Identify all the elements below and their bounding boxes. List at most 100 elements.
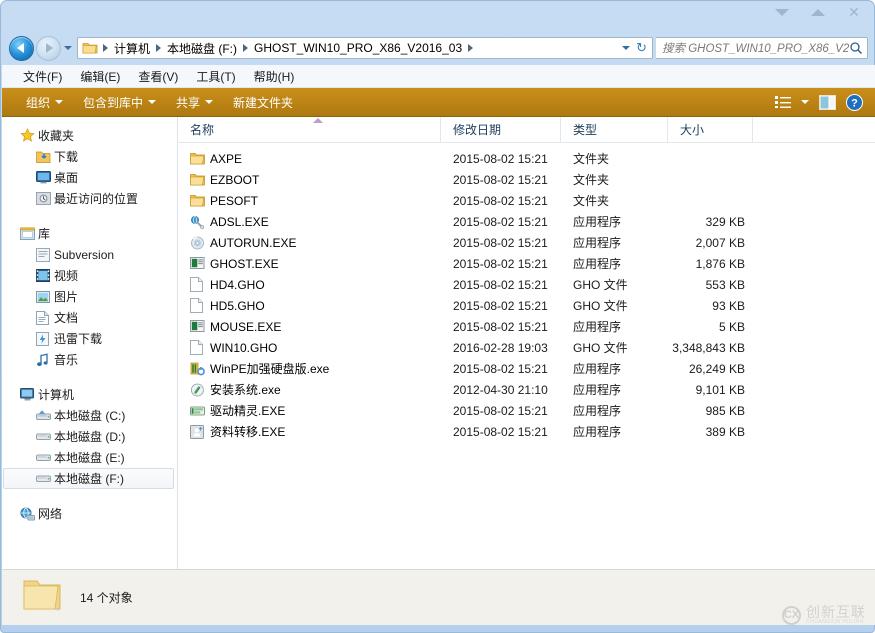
sidebar-item-desktop[interactable]: 桌面	[2, 167, 177, 188]
table-row[interactable]: 资料转移.EXE 2015-08-02 15:21 应用程序 389 KB	[178, 421, 875, 442]
back-button[interactable]	[9, 36, 34, 61]
command-toolbar: 组织 包含到库中 共享 新建文件夹	[2, 88, 875, 117]
file-name-cell: MOUSE.EXE	[178, 320, 441, 334]
table-row[interactable]: PESOFT 2015-08-02 15:21 文件夹	[178, 190, 875, 211]
table-row[interactable]: 驱动精灵.EXE 2015-08-02 15:21 应用程序 985 KB	[178, 400, 875, 421]
drive-icon	[36, 472, 54, 485]
menu-item-view[interactable]: 查看(V)	[129, 66, 187, 87]
sidebar-item-drive-e[interactable]: 本地磁盘 (E:)	[2, 447, 177, 468]
file-size-cell: 389 KB	[668, 425, 753, 439]
sidebar-item-documents[interactable]: 文档	[2, 307, 177, 328]
table-row[interactable]: MOUSE.EXE 2015-08-02 15:21 应用程序 5 KB	[178, 316, 875, 337]
sidebar-label: 本地磁盘 (C:)	[54, 407, 125, 424]
sidebar-item-subversion[interactable]: Subversion	[2, 244, 177, 265]
sidebar-label: 文档	[54, 309, 78, 326]
music-icon	[36, 353, 54, 367]
menu-item-file[interactable]: 文件(F)	[14, 66, 71, 87]
sidebar-item-videos[interactable]: 视频	[2, 265, 177, 286]
sidebar-item-computer[interactable]: 计算机	[2, 384, 177, 405]
sidebar-item-favorites[interactable]: 收藏夹	[2, 125, 177, 146]
folder-icon	[190, 173, 210, 186]
table-row[interactable]: AXPE 2015-08-02 15:21 文件夹	[178, 148, 875, 169]
table-row[interactable]: GHOST.EXE 2015-08-02 15:21 应用程序 1,876 KB	[178, 253, 875, 274]
column-header-size[interactable]: 大小	[668, 117, 753, 143]
table-row[interactable]: AUTORUN.EXE 2015-08-02 15:21 应用程序 2,007 …	[178, 232, 875, 253]
table-row[interactable]: 安装系统.exe 2012-04-30 21:10 应用程序 9,101 KB	[178, 379, 875, 400]
sidebar-item-downloads[interactable]: 下载	[2, 146, 177, 167]
view-list-icon[interactable]	[775, 95, 791, 109]
table-row[interactable]: WinPE加强硬盘版.exe 2015-08-02 15:21 应用程序 26,…	[178, 358, 875, 379]
breadcrumb-item-drive[interactable]: 本地磁盘 (F:)	[164, 39, 240, 58]
sidebar-item-pictures[interactable]: 图片	[2, 286, 177, 307]
sidebar-label: 库	[38, 225, 50, 242]
history-dropdown-button[interactable]	[61, 38, 75, 58]
status-text: 14 个对象	[80, 589, 133, 606]
breadcrumb-item-computer[interactable]: 计算机	[111, 39, 153, 58]
file-name: AUTORUN.EXE	[210, 236, 296, 250]
sidebar-item-drive-c[interactable]: 本地磁盘 (C:)	[2, 405, 177, 426]
file-name-cell: EZBOOT	[178, 173, 441, 187]
file-date-cell: 2015-08-02 15:21	[441, 257, 561, 271]
file-date-cell: 2015-08-02 15:21	[441, 173, 561, 187]
sidebar-item-music[interactable]: 音乐	[2, 349, 177, 370]
chevron-down-icon[interactable]	[801, 100, 809, 104]
search-box[interactable]: 搜索 GHOST_WIN10_PRO_X86_V2016_...	[656, 37, 868, 59]
file-type-cell: 应用程序	[561, 423, 668, 440]
column-header-name[interactable]: 名称	[178, 117, 441, 143]
include-in-library-button[interactable]: 包含到库中	[73, 91, 166, 114]
organize-button[interactable]: 组织	[16, 91, 73, 114]
transfer-icon	[190, 425, 210, 439]
sidebar-item-drive-f[interactable]: 本地磁盘 (F:)	[3, 468, 174, 489]
explorer-window: ✕ 计算机 本地磁盘 (F:)	[0, 0, 875, 633]
close-icon: ✕	[848, 5, 860, 19]
star-icon	[20, 128, 38, 143]
address-bar-tail: ↻	[622, 40, 649, 56]
close-button[interactable]: ✕	[841, 3, 867, 21]
menu-item-help[interactable]: 帮助(H)	[245, 66, 304, 87]
menu-item-tools[interactable]: 工具(T)	[187, 66, 244, 87]
maximize-button[interactable]	[805, 3, 831, 21]
preview-pane-icon[interactable]	[819, 95, 836, 110]
sidebar-item-drive-d[interactable]: 本地磁盘 (D:)	[2, 426, 177, 447]
chevron-down-icon	[205, 100, 213, 104]
table-row[interactable]: WIN10.GHO 2016-02-28 19:03 GHO 文件 3,348,…	[178, 337, 875, 358]
sidebar-label: 计算机	[38, 386, 74, 403]
sidebar-item-recent-places[interactable]: 最近访问的位置	[2, 188, 177, 209]
share-with-button[interactable]: 共享	[166, 91, 223, 114]
column-header-date[interactable]: 修改日期	[441, 117, 561, 143]
file-type-cell: 应用程序	[561, 234, 668, 251]
minimize-button[interactable]	[769, 3, 795, 21]
address-dropdown-icon[interactable]	[622, 46, 630, 50]
column-header-type[interactable]: 类型	[561, 117, 668, 143]
file-list-pane[interactable]: 名称 修改日期 类型 大小	[178, 117, 875, 569]
blank-file-icon	[190, 340, 210, 355]
table-row[interactable]: EZBOOT 2015-08-02 15:21 文件夹	[178, 169, 875, 190]
breadcrumb-bar[interactable]: 计算机 本地磁盘 (F:) GHOST_WIN10_PRO_X86_V2016_…	[77, 37, 653, 59]
file-date-cell: 2015-08-02 15:21	[441, 152, 561, 166]
navigation-pane[interactable]: 收藏夹 下载	[2, 117, 178, 569]
menu-bar: 文件(F) 编辑(E) 查看(V) 工具(T) 帮助(H)	[2, 65, 875, 88]
library-icon	[20, 227, 38, 241]
search-input[interactable]: 搜索 GHOST_WIN10_PRO_X86_V2016_...	[662, 40, 849, 56]
pictures-icon	[36, 291, 54, 303]
menu-item-edit[interactable]: 编辑(E)	[71, 66, 129, 87]
breadcrumb-item-folder[interactable]: GHOST_WIN10_PRO_X86_V2016_03	[251, 40, 465, 56]
maximize-icon	[811, 9, 825, 16]
watermark-text-group: 创新互联 CHUANGXIN HULIAN	[806, 604, 866, 626]
sort-indicator-icon	[313, 118, 323, 123]
forward-button[interactable]	[36, 36, 61, 61]
table-row[interactable]: ADSL.EXE 2015-08-02 15:21 应用程序 329 KB	[178, 211, 875, 232]
sidebar-item-libraries[interactable]: 库	[2, 223, 177, 244]
table-row[interactable]: HD5.GHO 2015-08-02 15:21 GHO 文件 93 KB	[178, 295, 875, 316]
sidebar-item-network[interactable]: 网络	[2, 503, 177, 524]
sidebar-item-thunder-download[interactable]: 迅雷下载	[2, 328, 177, 349]
table-row[interactable]: HD4.GHO 2015-08-02 15:21 GHO 文件 553 KB	[178, 274, 875, 295]
refresh-icon[interactable]: ↻	[636, 40, 647, 56]
file-name-cell: WinPE加强硬盘版.exe	[178, 360, 441, 377]
dos-app-icon	[190, 320, 210, 333]
file-size-cell: 26,249 KB	[668, 362, 753, 376]
file-type-cell: GHO 文件	[561, 339, 668, 356]
new-folder-button[interactable]: 新建文件夹	[223, 91, 303, 114]
file-type-cell: 应用程序	[561, 213, 668, 230]
help-icon[interactable]: ?	[846, 94, 863, 111]
